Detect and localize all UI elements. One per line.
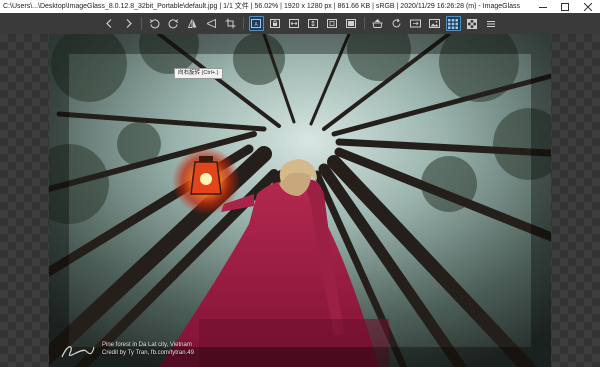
lock-zoom-button[interactable] [268, 16, 283, 31]
auto-zoom-button[interactable]: A [248, 16, 264, 31]
rotate-left-icon [149, 19, 159, 29]
svg-text:A: A [254, 22, 258, 28]
crop-icon [225, 18, 235, 29]
scale-width-button[interactable] [287, 16, 302, 31]
scale-height-icon [308, 19, 318, 28]
maximize-button[interactable] [554, 0, 576, 13]
rotate-left-button[interactable] [147, 16, 162, 31]
close-icon [584, 2, 592, 11]
refresh-icon [392, 18, 400, 28]
signature-logo [61, 346, 95, 358]
scale-fill-button[interactable] [344, 16, 359, 31]
image-viewer[interactable]: 向右旋转 (Ctrl+.) [0, 34, 600, 367]
title-bar: C:\Users\...\Desktop\ImageGlass_8.0.12.8… [0, 0, 600, 13]
flip-vertical-icon [206, 18, 216, 29]
thumbnail-button[interactable] [445, 16, 461, 31]
minimize-icon [539, 6, 547, 8]
view-image-button[interactable] [427, 16, 442, 31]
toolbar-separator [363, 17, 365, 30]
goto-icon [409, 19, 421, 28]
checkerboard-button[interactable] [465, 16, 480, 31]
forest-photo-image [49, 34, 551, 367]
goto-image-button[interactable] [408, 16, 423, 31]
checkerboard-icon [467, 18, 477, 29]
scale-fit-button[interactable] [325, 16, 340, 31]
toolbar-separator [242, 17, 244, 30]
window-title: C:\Users\...\Desktop\ImageGlass_8.0.12.8… [3, 3, 521, 10]
flip-horizontal-icon [187, 19, 196, 28]
open-file-button[interactable] [370, 16, 385, 31]
scale-fill-icon [346, 19, 356, 28]
auto-zoom-icon: A [251, 19, 261, 28]
rotate-right-button[interactable] [166, 16, 181, 31]
minimize-button[interactable] [532, 0, 554, 13]
toolbar-separator [140, 17, 142, 30]
lock-zoom-icon [270, 19, 280, 28]
close-button[interactable] [576, 0, 600, 13]
photo-caption: Pine forest in Da Lat city, Vietnam Cred… [102, 341, 194, 357]
menu-icon [487, 20, 495, 27]
grid-icon [448, 18, 458, 29]
rotate-right-tooltip: 向右旋转 (Ctrl+.) [174, 68, 223, 79]
folder-icon [371, 19, 383, 28]
flip-vertical-button[interactable] [204, 16, 219, 31]
crop-button[interactable] [223, 16, 238, 31]
prev-image-button[interactable] [102, 16, 117, 31]
menu-button[interactable] [484, 16, 499, 31]
rotate-right-icon [168, 19, 178, 29]
scale-height-button[interactable] [306, 16, 321, 31]
flip-horizontal-button[interactable] [185, 16, 200, 31]
refresh-button[interactable] [389, 16, 404, 31]
toolbar: A [0, 13, 600, 34]
photo [49, 34, 551, 367]
chevron-right-icon [126, 19, 132, 28]
caption-line-1: Pine forest in Da Lat city, Vietnam [102, 342, 192, 348]
chevron-left-icon [105, 19, 111, 28]
maximize-icon [561, 2, 569, 11]
image-icon [428, 19, 440, 28]
next-image-button[interactable] [121, 16, 136, 31]
scale-width-icon [289, 19, 299, 28]
scale-fit-icon [327, 19, 337, 28]
caption-line-2: Credit by Ty Tran, fb.com/tytran.49 [102, 350, 194, 356]
